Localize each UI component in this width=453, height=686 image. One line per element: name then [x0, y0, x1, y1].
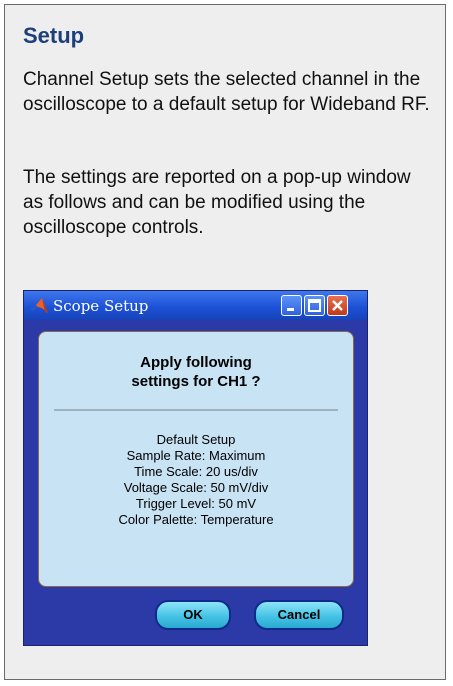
matlab-logo-icon [29, 296, 49, 316]
setting-default-setup: Default Setup [156, 432, 236, 447]
minimize-button[interactable] [281, 295, 302, 316]
settings-list: Default Setup Sample Rate: Maximum Time … [39, 432, 353, 528]
setting-voltage-scale: Voltage Scale: 50 mV/div [123, 480, 269, 495]
description-paragraph: Channel Setup sets the selected channel … [23, 69, 430, 115]
description-paragraph-2: The settings are reported on a pop-up wi… [23, 167, 411, 238]
dialog-titlebar[interactable]: Scope Setup [24, 291, 367, 320]
scope-setup-dialog: Scope Setup Apply following settings for… [23, 290, 368, 646]
maximize-icon [308, 299, 321, 312]
dialog-title: Scope Setup [53, 297, 149, 315]
close-icon [332, 300, 343, 311]
setting-sample-rate: Sample Rate: Maximum [126, 448, 266, 463]
question-line-2: settings for CH1 ? [131, 373, 261, 390]
ok-button[interactable]: OK [155, 600, 231, 630]
panel-title: Setup [23, 23, 85, 48]
cancel-button[interactable]: Cancel [254, 600, 344, 630]
separator [54, 409, 338, 411]
question-line-1: Apply following [140, 354, 252, 371]
help-panel: Setup Channel Setup sets the selected ch… [4, 4, 446, 680]
dialog-content: Apply following settings for CH1 ? Defau… [38, 331, 354, 587]
setting-trigger-level: Trigger Level: 50 mV [135, 496, 257, 511]
minimize-icon [287, 308, 294, 311]
confirmation-question: Apply following settings for CH1 ? [39, 353, 353, 391]
setting-time-scale: Time Scale: 20 us/div [134, 464, 258, 479]
maximize-button[interactable] [304, 295, 325, 316]
setting-color-palette: Color Palette: Temperature [118, 512, 274, 527]
close-button[interactable] [327, 295, 348, 316]
